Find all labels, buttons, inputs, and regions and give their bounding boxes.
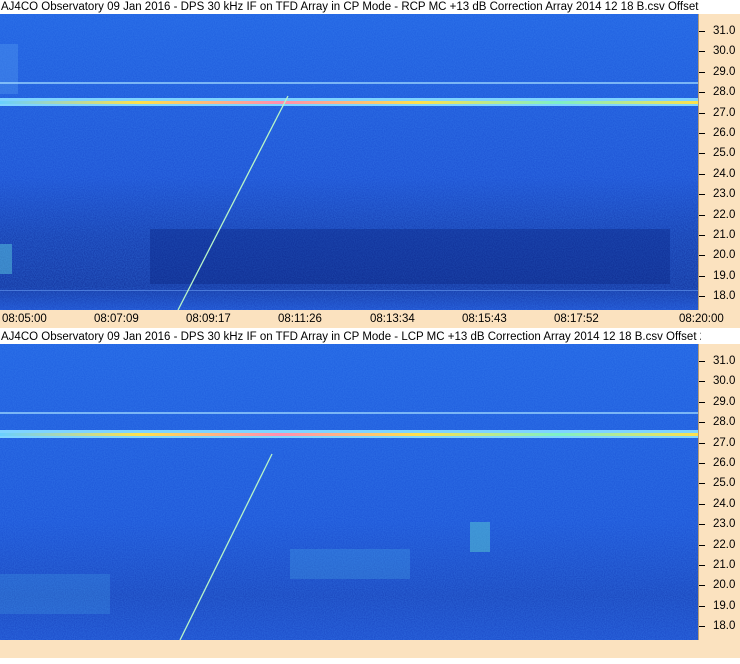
freq-tick [699, 173, 705, 175]
freq-tick [699, 503, 705, 505]
freq-tick [699, 605, 705, 607]
freq-label: 19.0 [713, 599, 736, 612]
freq-tick [699, 133, 705, 134]
freq-tick [699, 214, 705, 216]
freq-tick [699, 296, 705, 298]
freq-tick [699, 422, 705, 424]
freq-tick [699, 235, 705, 236]
freq-label: 30.0 [713, 375, 736, 388]
spectrogram-rcp[interactable] [0, 14, 698, 310]
freq-label: 23.0 [713, 518, 736, 531]
freq-label: 27.0 [713, 436, 736, 449]
freq-label: 19.0 [713, 269, 736, 282]
freq-tick [699, 92, 705, 94]
time-axis-lcp [0, 640, 740, 658]
spectrogram-panel-rcp: AJ4CO Observatory 09 Jan 2016 - DPS 30 k… [0, 0, 740, 334]
freq-label: 28.0 [713, 86, 736, 99]
panel-title-lcp: AJ4CO Observatory 09 Jan 2016 - DPS 30 k… [0, 330, 701, 344]
freq-label: 23.0 [713, 188, 736, 201]
time-axis-rcp: 08:05:00 08:07:09 08:09:17 08:11:26 08:13:34… [0, 310, 740, 328]
freq-tick [699, 401, 705, 403]
panel-title-rcp: AJ4CO Observatory 09 Jan 2016 - DPS 30 k… [0, 0, 701, 14]
freq-label: 18.0 [713, 290, 736, 303]
freq-label: 29.0 [713, 65, 736, 78]
freq-tick [699, 194, 705, 196]
freq-tick [699, 585, 705, 587]
spectrogram-lcp[interactable] [0, 344, 698, 640]
freq-tick [699, 31, 705, 32]
time-label: 08:07:09 [94, 313, 139, 325]
freq-label: 25.0 [713, 147, 736, 160]
frequency-axis-rcp: 31.0 30.0 29.0 28.0 27.0 26.0 25.0 24.0 23.0 22.0… [698, 14, 740, 323]
freq-tick [699, 442, 705, 444]
freq-tick [699, 112, 705, 114]
freq-label: 31.0 [713, 25, 736, 37]
freq-label: 26.0 [713, 127, 736, 139]
time-label: 08:11:26 [278, 313, 322, 325]
freq-label: 28.0 [713, 416, 736, 429]
time-label: 08:09:17 [186, 313, 231, 325]
frequency-axis-lcp: 31.0 30.0 29.0 28.0 27.0 26.0 25.0 24.0 23.0 22.0… [698, 344, 740, 653]
freq-tick [699, 275, 705, 277]
freq-tick [699, 544, 705, 546]
time-label: 08:15:43 [462, 313, 507, 325]
freq-label: 21.0 [713, 559, 736, 571]
freq-label: 30.0 [713, 45, 736, 58]
freq-label: 20.0 [713, 579, 736, 592]
freq-label: 27.0 [713, 106, 736, 119]
freq-label: 18.0 [713, 620, 736, 633]
freq-label: 26.0 [713, 457, 736, 469]
freq-tick [699, 361, 705, 362]
time-label: 08:20:00 [679, 313, 724, 325]
freq-label: 21.0 [713, 229, 736, 241]
freq-tick [699, 71, 705, 73]
freq-label: 29.0 [713, 395, 736, 408]
freq-label: 20.0 [713, 249, 736, 262]
time-label: 08:05:00 [2, 313, 47, 325]
freq-tick [699, 255, 705, 257]
freq-label: 31.0 [713, 355, 736, 367]
freq-label: 22.0 [713, 538, 736, 551]
time-label: 08:13:34 [370, 313, 415, 325]
freq-tick [699, 463, 705, 464]
freq-label: 24.0 [713, 167, 736, 180]
freq-tick [699, 51, 705, 53]
freq-tick [699, 153, 705, 155]
freq-tick [699, 626, 705, 628]
freq-label: 22.0 [713, 208, 736, 221]
freq-tick [699, 483, 705, 485]
time-label: 08:17:52 [554, 313, 599, 325]
freq-label: 24.0 [713, 497, 736, 510]
freq-label: 25.0 [713, 477, 736, 490]
freq-tick [699, 565, 705, 566]
spectrogram-panel-lcp: AJ4CO Observatory 09 Jan 2016 - DPS 30 k… [0, 330, 740, 664]
freq-tick [699, 524, 705, 526]
freq-tick [699, 381, 705, 383]
